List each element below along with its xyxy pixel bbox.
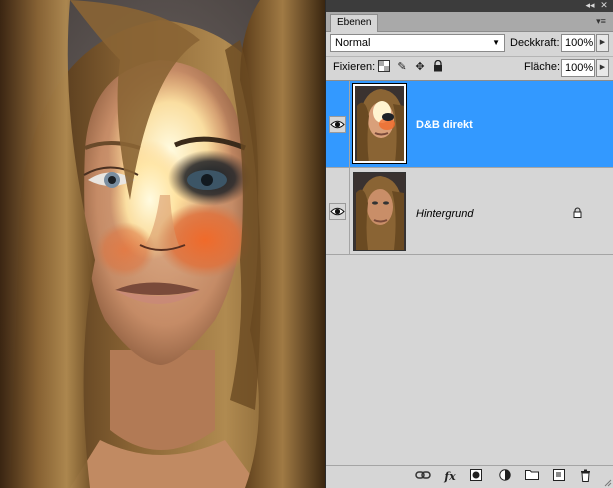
layer-lock-icon — [573, 207, 582, 218]
trash-icon[interactable] — [576, 469, 594, 485]
add-mask-icon[interactable] — [467, 469, 485, 485]
visibility-eye-icon[interactable] — [329, 116, 346, 133]
layer-row-hintergrund[interactable]: Hintergrund — [326, 168, 613, 255]
adjustment-layer-icon[interactable] — [496, 469, 514, 485]
fx-icon[interactable]: fx — [441, 469, 459, 485]
portrait-photo — [0, 0, 325, 488]
layers-panel: ◂◂ ✕ Ebenen ▾≡ Normal ▼ Deckkraft: 100% … — [325, 0, 613, 488]
new-group-icon[interactable] — [523, 469, 541, 485]
new-layer-icon[interactable] — [550, 469, 568, 485]
layers-list: D&B direkt Hintergrund — [326, 81, 613, 256]
opacity-label: Deckkraft: — [510, 37, 560, 49]
link-layers-icon[interactable] — [414, 469, 432, 485]
blend-mode-value: Normal — [335, 37, 371, 49]
divider — [326, 56, 613, 57]
layer-name[interactable]: D&B direkt — [416, 119, 473, 131]
lock-row: Fixieren: ✎ ✥ Fläche: 100% ▶ — [326, 58, 613, 80]
chevron-down-icon: ▼ — [492, 38, 500, 47]
visibility-eye-icon[interactable] — [329, 203, 346, 220]
divider — [349, 81, 350, 167]
layers-empty-area — [326, 256, 613, 463]
bottom-toolbar: fx — [326, 465, 613, 488]
panel-menu-icon[interactable]: ▾≡ — [594, 16, 608, 26]
lock-all-icon[interactable] — [431, 59, 445, 74]
layer-name[interactable]: Hintergrund — [416, 208, 473, 220]
fill-label: Fläche: — [524, 61, 561, 73]
lock-label: Fixieren: — [333, 61, 376, 73]
divider — [349, 168, 350, 254]
collapse-panel-icon[interactable]: ◂◂ — [583, 0, 597, 12]
tab-bar: Ebenen ▾≡ — [326, 12, 613, 32]
tab-layers[interactable]: Ebenen — [330, 14, 379, 32]
resize-grip-icon[interactable] — [604, 479, 612, 487]
lock-transparent-pixels-icon[interactable] — [377, 60, 391, 74]
fill-input[interactable]: 100% — [561, 59, 595, 77]
close-icon[interactable]: ✕ — [597, 0, 611, 12]
document-canvas[interactable] — [0, 0, 325, 488]
fill-slider-arrow-icon[interactable]: ▶ — [596, 59, 609, 77]
panel-titlebar: ◂◂ ✕ — [326, 0, 613, 12]
layer-row-db-direkt[interactable]: D&B direkt — [326, 81, 613, 168]
layer-thumbnail — [353, 172, 406, 251]
layer-thumbnail — [352, 83, 407, 164]
opacity-slider-arrow-icon[interactable]: ▶ — [596, 34, 609, 52]
blend-row: Normal ▼ Deckkraft: 100% ▶ — [326, 32, 613, 56]
blend-mode-select[interactable]: Normal ▼ — [330, 34, 505, 52]
lock-position-icon[interactable]: ✥ — [413, 60, 427, 74]
lock-image-pixels-icon[interactable]: ✎ — [395, 60, 409, 74]
opacity-input[interactable]: 100% — [561, 34, 595, 52]
